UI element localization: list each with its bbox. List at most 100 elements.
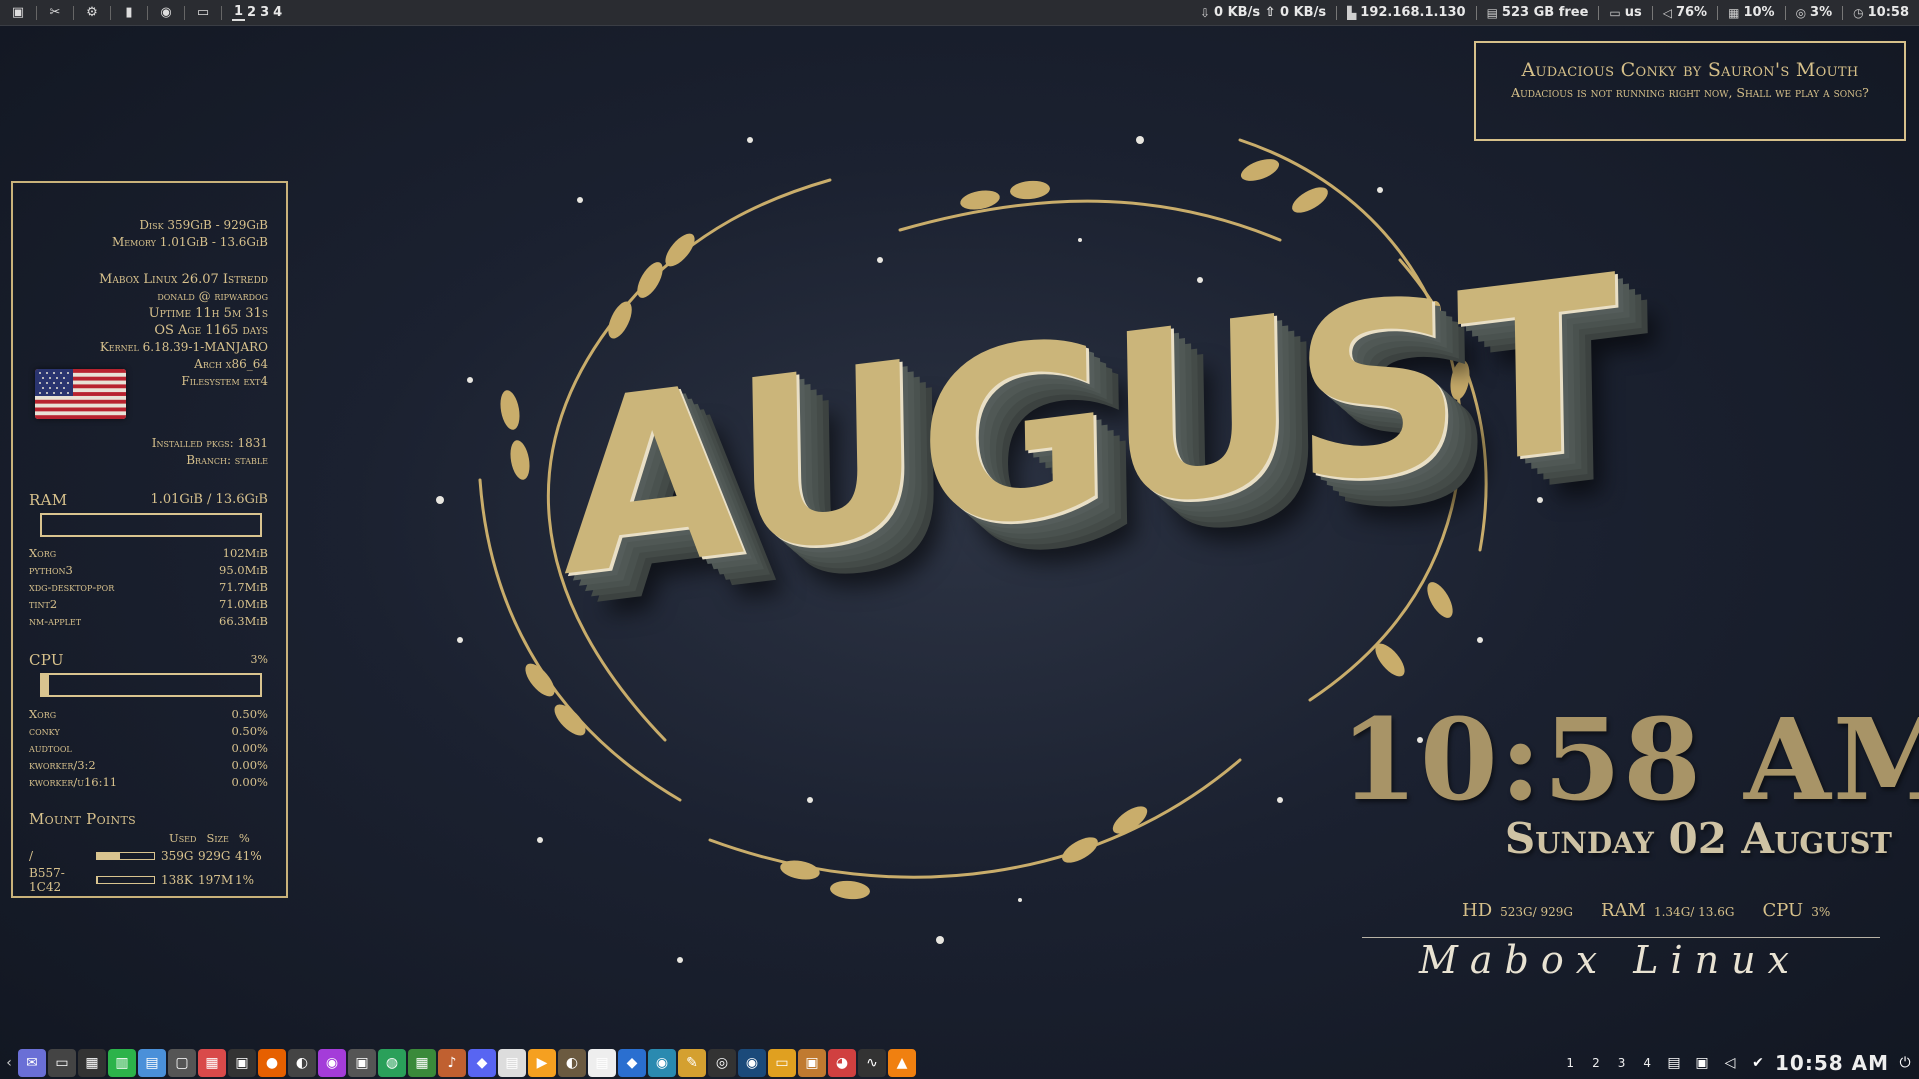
divider bbox=[1842, 5, 1844, 20]
cpu-process-value: 0.00% bbox=[231, 758, 268, 772]
divider bbox=[1784, 5, 1786, 20]
keyboard-layout-value: us bbox=[1624, 5, 1642, 20]
workspace-2[interactable]: 2 bbox=[245, 5, 258, 20]
divider bbox=[73, 5, 74, 20]
network-speed[interactable]: ⇩ 0 KB/s ⇧ 0 KB/s bbox=[1196, 5, 1330, 20]
mount-row: / 359G 929G 41% bbox=[29, 849, 272, 863]
folder-icon[interactable]: ▢ bbox=[168, 1049, 196, 1077]
clock-app-icon[interactable]: ◐ bbox=[288, 1049, 316, 1077]
volume[interactable]: ◁ 76% bbox=[1659, 5, 1711, 20]
hd-label: HD bbox=[1462, 900, 1493, 921]
notes-icon[interactable]: ▤ bbox=[498, 1049, 526, 1077]
shield-icon[interactable]: ◆ bbox=[618, 1049, 646, 1077]
ram-process-name: tint2 bbox=[29, 597, 58, 611]
windows-grid-icon[interactable]: ▦ bbox=[408, 1049, 436, 1077]
manjaro-icon[interactable]: ▥ bbox=[108, 1049, 136, 1077]
top-panel-right: ⇩ 0 KB/s ⇧ 0 KB/s ▙ 192.168.1.130 ▤ 523 … bbox=[1196, 0, 1919, 25]
discord-icon[interactable]: ◆ bbox=[468, 1049, 496, 1077]
steam-icon[interactable]: ◉ bbox=[738, 1049, 766, 1077]
clipboard-icon[interactable]: ▤ bbox=[1663, 1049, 1685, 1077]
workspace-1[interactable]: 1 bbox=[232, 4, 246, 21]
network-speed-value: 0 KB/s ⇧ 0 KB/s bbox=[1214, 5, 1327, 20]
disk-free[interactable]: ▤ 523 GB free bbox=[1483, 5, 1593, 20]
workspace-4[interactable]: 4 bbox=[271, 5, 284, 20]
video-editor-icon[interactable]: ◉ bbox=[648, 1049, 676, 1077]
desktop-clock: 10:58 AM bbox=[1340, 695, 1919, 826]
window-icon[interactable]: ▣ bbox=[6, 2, 30, 24]
tools-icon[interactable]: ✂ bbox=[43, 2, 67, 24]
settings-icon[interactable]: ⚙ bbox=[80, 2, 104, 24]
dock-workspace-3[interactable]: 3 bbox=[1612, 1056, 1632, 1070]
gimp-icon[interactable]: ◐ bbox=[558, 1049, 586, 1077]
grid-app-icon[interactable]: ▦ bbox=[198, 1049, 226, 1077]
cpu-stat-value: 3% bbox=[1811, 905, 1831, 919]
mount-points-heading: Mount Points bbox=[29, 810, 136, 828]
hd-value: 523G/ 929G bbox=[1500, 905, 1573, 919]
memory-value: 10% bbox=[1743, 5, 1775, 20]
cpu-bar bbox=[40, 673, 262, 697]
radio-icon[interactable]: ▣ bbox=[798, 1049, 826, 1077]
workspace-switcher: 1 2 3 4 bbox=[232, 0, 284, 25]
media-icon[interactable]: ▶ bbox=[528, 1049, 556, 1077]
clock-icon: ◷ bbox=[1853, 5, 1864, 20]
divider bbox=[1598, 5, 1600, 20]
desktop-icon[interactable]: ▭ bbox=[191, 2, 215, 24]
mount-used: 359G bbox=[160, 849, 194, 863]
cpu-process-value: 0.00% bbox=[231, 741, 268, 755]
dock-clock[interactable]: 10:58 AM bbox=[1775, 1051, 1889, 1075]
system-monitor-icon[interactable]: ◍ bbox=[378, 1049, 406, 1077]
cpu-process-value: 0.50% bbox=[231, 707, 268, 721]
vlc-icon[interactable]: ▲ bbox=[888, 1049, 916, 1077]
update-check-icon[interactable]: ✔ bbox=[1747, 1049, 1769, 1077]
memory-info: Memory 1.01GiB - 13.6GiB bbox=[112, 235, 268, 249]
ip-address[interactable]: ▙ 192.168.1.130 bbox=[1343, 5, 1470, 20]
clock[interactable]: ◷ 10:58 bbox=[1849, 5, 1913, 20]
memory-usage[interactable]: ▦ 10% bbox=[1724, 5, 1778, 20]
top-panel-left: ▣ ✂ ⚙ ▮ ◉ ▭ 1 2 3 4 bbox=[0, 0, 284, 25]
dock-workspace-4[interactable]: 4 bbox=[1637, 1056, 1657, 1070]
user-icon[interactable]: ◉ bbox=[154, 2, 178, 24]
dock-workspace-1[interactable]: 1 bbox=[1560, 1056, 1580, 1070]
volume-tray-icon[interactable]: ◁ bbox=[1719, 1049, 1741, 1077]
color-wheel-icon[interactable]: ◕ bbox=[828, 1049, 856, 1077]
ram-heading: RAM bbox=[29, 491, 68, 509]
arch-info: Arch x86_64 bbox=[194, 357, 268, 371]
uptime-info: Uptime 11h 5m 31s bbox=[148, 306, 268, 321]
kernel-info: Kernel 6.18.39-1-MANJARO bbox=[99, 340, 268, 354]
monitor-icon[interactable]: ▭ bbox=[48, 1049, 76, 1077]
obs-icon[interactable]: ◎ bbox=[708, 1049, 736, 1077]
mount-row: B557-1C42 138K 197M 1% bbox=[29, 866, 272, 894]
dock-launchers: ‹ ✉ ▭ ▦ ▥ ▤ ▢ ▦ ▣ ● ◐ ◉ ▣ ◍ ▦ ♪ ◆ ▤ ▶ ◐ ▤ ◆ ◉ ✎ ◎ ◉ ▭ ▣ ◕ ∿ ▲ bbox=[0, 1049, 916, 1077]
user-info: donald @ ripwardog bbox=[157, 289, 268, 303]
camera-icon[interactable]: ▣ bbox=[348, 1049, 376, 1077]
feather-icon[interactable]: ✎ bbox=[678, 1049, 706, 1077]
audacious-title: Audacious Conky by Sauron's Mouth bbox=[1521, 59, 1859, 81]
waveform-icon[interactable]: ∿ bbox=[858, 1049, 886, 1077]
network-tray-icon[interactable]: ▣ bbox=[1691, 1049, 1713, 1077]
dock-arrow-icon[interactable]: ‹ bbox=[2, 1049, 16, 1077]
terminal-icon[interactable]: ▣ bbox=[228, 1049, 256, 1077]
firefox-icon[interactable]: ● bbox=[258, 1049, 286, 1077]
cpu-process-row: Xorg 0.50% bbox=[29, 706, 268, 723]
mount-size: 197M bbox=[197, 873, 234, 887]
speaker-icon: ◁ bbox=[1662, 5, 1672, 20]
files-icon[interactable]: ▤ bbox=[138, 1049, 166, 1077]
power-icon[interactable]: ⏻ bbox=[1895, 1049, 1915, 1077]
dock-workspace-2[interactable]: 2 bbox=[1586, 1056, 1606, 1070]
ram-process-value: 95.0MiB bbox=[219, 563, 268, 577]
volume-value: 76% bbox=[1675, 5, 1708, 20]
divider bbox=[147, 5, 148, 20]
audio-editor-icon[interactable]: ♪ bbox=[438, 1049, 466, 1077]
cpu-heading: CPU bbox=[29, 651, 64, 669]
archive-icon[interactable]: ▭ bbox=[768, 1049, 796, 1077]
mail-icon[interactable]: ✉ bbox=[18, 1049, 46, 1077]
browser-icon[interactable]: ◉ bbox=[318, 1049, 346, 1077]
divider bbox=[221, 5, 222, 20]
cpu-usage[interactable]: ◎ 3% bbox=[1792, 5, 1837, 20]
wallpaper-thumb-icon[interactable]: ▦ bbox=[78, 1049, 106, 1077]
workspace-3[interactable]: 3 bbox=[258, 5, 271, 20]
phone-icon[interactable]: ▮ bbox=[117, 2, 141, 24]
keyboard-layout[interactable]: ▭ us bbox=[1605, 5, 1645, 20]
cpu-label: CPU bbox=[1762, 900, 1804, 921]
editor-icon[interactable]: ▤ bbox=[588, 1049, 616, 1077]
